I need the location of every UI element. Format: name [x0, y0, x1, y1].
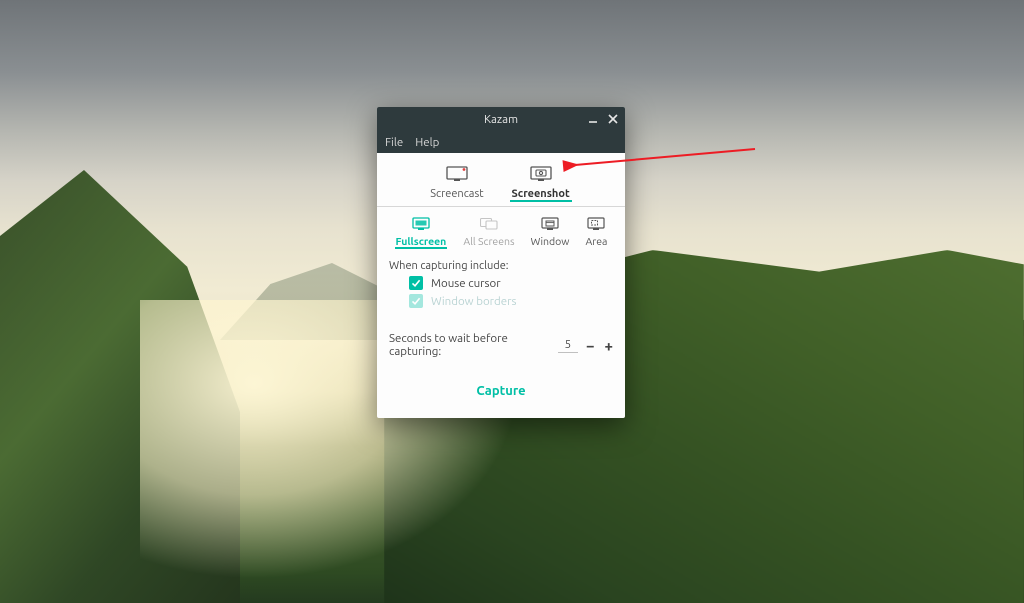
screencast-icon	[430, 166, 483, 185]
check-icon	[411, 296, 421, 306]
tab-screenshot-label: Screenshot	[510, 188, 572, 200]
fullscreen-icon	[395, 217, 448, 234]
option-mouse-cursor[interactable]: Mouse cursor	[409, 276, 613, 290]
all-screens-icon	[463, 217, 514, 234]
window-title: Kazam	[484, 113, 518, 126]
delay-increment[interactable]: +	[605, 337, 613, 354]
checkbox-window-borders	[409, 294, 423, 308]
menu-file[interactable]: File	[385, 136, 403, 149]
tab-screencast-label: Screencast	[430, 188, 483, 200]
kazam-window: Kazam File Help Screencast	[377, 107, 625, 418]
close-button[interactable]	[605, 111, 621, 127]
menubar: File Help	[377, 131, 625, 153]
include-section-label: When capturing include:	[377, 254, 625, 276]
screenshot-icon	[510, 166, 572, 185]
minimize-icon	[588, 114, 598, 124]
option-window-borders: Window borders	[409, 294, 613, 308]
capture-button[interactable]: Capture	[476, 384, 525, 398]
delay-row: Seconds to wait before capturing: 5 − +	[377, 318, 625, 366]
mode-all-screens-label: All Screens	[463, 235, 514, 247]
titlebar[interactable]: Kazam	[377, 107, 625, 131]
desktop-wallpaper: Kazam File Help Screencast	[0, 0, 1024, 603]
area-icon	[585, 217, 607, 234]
wallpaper-ridge-left	[0, 170, 240, 603]
check-icon	[411, 278, 421, 288]
include-options: Mouse cursor Window borders	[377, 276, 625, 318]
window-icon	[531, 217, 570, 234]
mode-tabs: Screencast Screenshot	[377, 153, 625, 207]
mode-all-screens: All Screens	[463, 217, 514, 248]
minimize-button[interactable]	[585, 111, 601, 127]
option-window-borders-label: Window borders	[431, 295, 516, 308]
mode-fullscreen-label: Fullscreen	[395, 235, 448, 247]
option-mouse-cursor-label: Mouse cursor	[431, 277, 501, 290]
delay-decrement[interactable]: −	[586, 337, 594, 354]
capture-row: Capture	[377, 366, 625, 418]
delay-value[interactable]: 5	[558, 337, 578, 353]
mode-area-label: Area	[585, 235, 607, 247]
checkbox-mouse-cursor[interactable]	[409, 276, 423, 290]
title-controls	[585, 107, 621, 131]
capture-modes: Fullscreen All Screens Window Area	[377, 207, 625, 254]
close-icon	[608, 114, 618, 124]
mode-window[interactable]: Window	[531, 217, 570, 248]
mode-fullscreen[interactable]: Fullscreen	[395, 217, 448, 248]
tab-screencast[interactable]: Screencast	[430, 166, 483, 200]
delay-stepper: − +	[586, 337, 613, 354]
mode-window-label: Window	[531, 235, 570, 247]
mode-area[interactable]: Area	[585, 217, 607, 248]
menu-help[interactable]: Help	[415, 136, 439, 149]
tab-screenshot[interactable]: Screenshot	[510, 166, 572, 200]
delay-label: Seconds to wait before capturing:	[389, 332, 550, 358]
